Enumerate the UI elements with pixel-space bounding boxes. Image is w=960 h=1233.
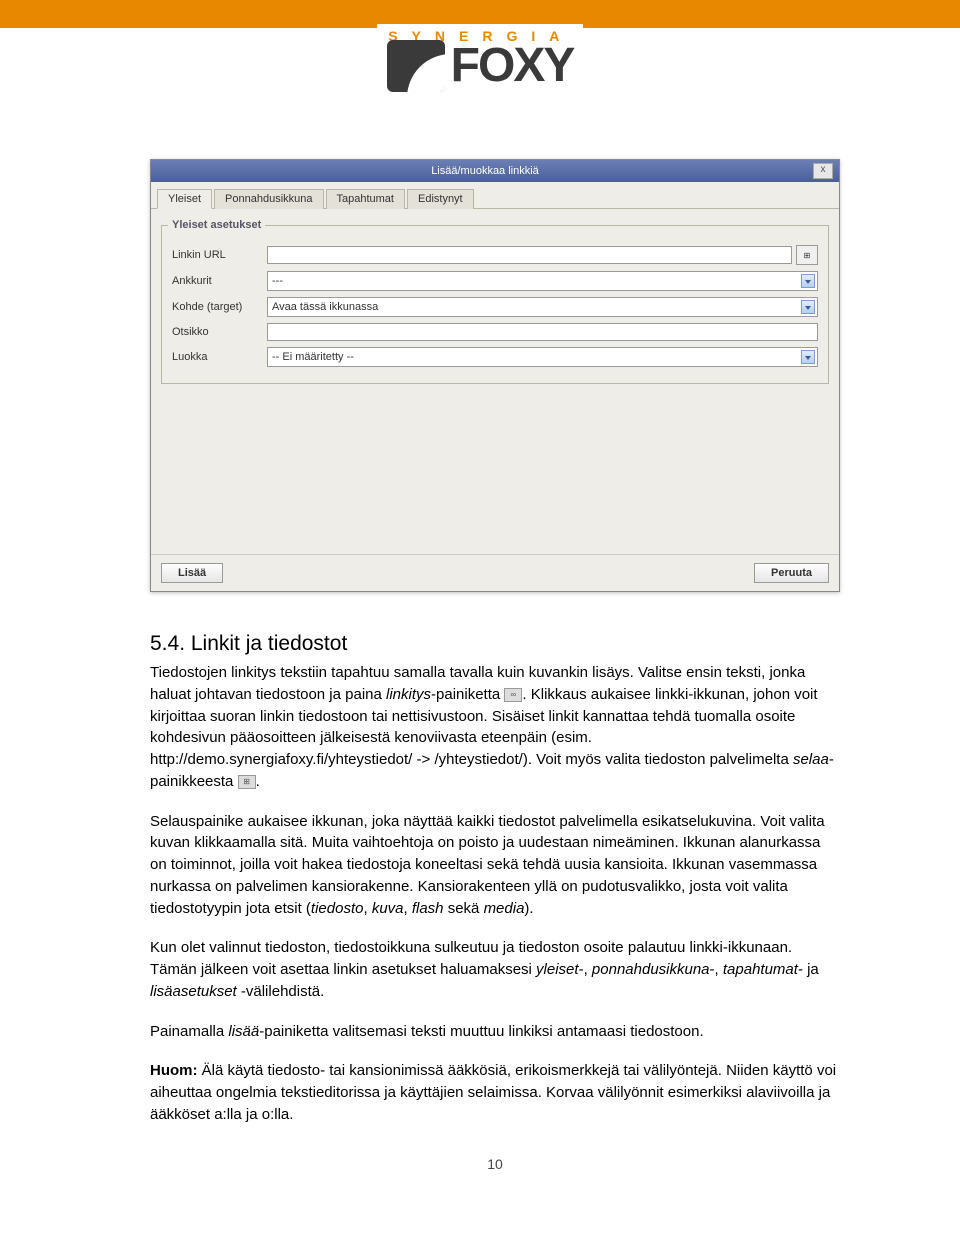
p4-em-1: lisää: [228, 1023, 259, 1040]
target-label: Kohde (target): [172, 301, 267, 313]
p2-em-1: tiedosto: [311, 900, 364, 917]
logo-mark-icon: [387, 40, 445, 92]
p2-em-2: kuva: [372, 900, 404, 917]
anchor-label: Ankkurit: [172, 275, 267, 287]
p5-bold: Huom:: [150, 1062, 198, 1079]
dialog-tabs: Yleiset Ponnahdusikkuna Tapahtumat Edist…: [151, 182, 839, 209]
p3-em-3: tapahtumat: [723, 961, 798, 978]
ok-button[interactable]: Lisää: [161, 563, 223, 583]
paragraph-3: Kun olet valinnut tiedoston, tiedostoikk…: [150, 937, 840, 1002]
tab-events[interactable]: Tapahtumat: [326, 189, 405, 209]
browse-icon: ⊞: [238, 775, 256, 789]
title-label: Otsikko: [172, 326, 267, 338]
logo-word: FOXY: [451, 38, 574, 93]
link-dialog: Lisää/muokkaa linkkiä x Yleiset Ponnahdu…: [150, 159, 840, 592]
dialog-title-text: Lisää/muokkaa linkkiä: [157, 165, 813, 177]
p1-em-1: linkitys: [386, 686, 431, 703]
dialog-spacer: [151, 394, 839, 554]
p3-sep3: - ja: [798, 961, 819, 978]
p2-text2: ).: [524, 900, 533, 917]
title-input[interactable]: [267, 323, 818, 341]
p3-em-1: yleiset: [536, 961, 579, 978]
section-heading: 5.4. Linkit ja tiedostot: [150, 632, 840, 656]
cancel-button[interactable]: Peruuta: [754, 563, 829, 583]
p1-em-2: selaa: [793, 751, 829, 768]
link-icon: ∞: [504, 688, 522, 702]
p3-sep2: -,: [710, 961, 723, 978]
p3-em-4: lisäasetukset: [150, 983, 237, 1000]
paragraph-4: Painamalla lisää-painiketta valitsemasi …: [150, 1021, 840, 1043]
p2-sep1: ,: [363, 900, 371, 917]
dialog-titlebar: Lisää/muokkaa linkkiä x: [151, 160, 839, 182]
p3-em-2: ponnahdusikkuna: [592, 961, 710, 978]
paragraph-2: Selauspainike aukaisee ikkunan, joka näy…: [150, 811, 840, 920]
p1-text5: .: [256, 773, 260, 790]
p2-em-3: flash: [412, 900, 444, 917]
p2-sep3: sekä: [444, 900, 484, 917]
close-button[interactable]: x: [813, 163, 833, 179]
general-fieldset: Yleiset asetukset Linkin URL ⊞ Ankkurit …: [161, 219, 829, 384]
tab-advanced[interactable]: Edistynyt: [407, 189, 474, 209]
paragraph-5: Huom: Älä käytä tiedosto- tai kansionimi…: [150, 1060, 840, 1125]
p3-text2: -välilehdistä.: [237, 983, 325, 1000]
tab-popup[interactable]: Ponnahdusikkuna: [214, 189, 323, 209]
p2-em-4: media: [484, 900, 525, 917]
browse-button[interactable]: ⊞: [796, 245, 818, 265]
anchor-select[interactable]: ---: [267, 271, 818, 291]
logo-block: SYNERGIA FOXY: [0, 24, 960, 99]
class-select[interactable]: -- Ei määritetty --: [267, 347, 818, 367]
p4-text2: -painiketta valitsemasi teksti muuttuu l…: [259, 1023, 703, 1040]
p4-text: Painamalla: [150, 1023, 228, 1040]
tab-general[interactable]: Yleiset: [157, 189, 212, 209]
p1-text2: -painiketta: [431, 686, 504, 703]
p2-sep2: ,: [404, 900, 412, 917]
url-input[interactable]: [267, 246, 792, 264]
page-number: 10: [150, 1156, 840, 1172]
p5-text: Älä käytä tiedosto- tai kansionimissä ää…: [150, 1062, 836, 1123]
paragraph-1: Tiedostojen linkitys tekstiin tapahtuu s…: [150, 662, 840, 793]
url-label: Linkin URL: [172, 249, 267, 261]
fieldset-legend: Yleiset asetukset: [168, 219, 265, 231]
dialog-footer: Lisää Peruuta: [151, 554, 839, 591]
class-label: Luokka: [172, 351, 267, 363]
target-select[interactable]: Avaa tässä ikkunassa: [267, 297, 818, 317]
p3-sep1: -,: [579, 961, 592, 978]
